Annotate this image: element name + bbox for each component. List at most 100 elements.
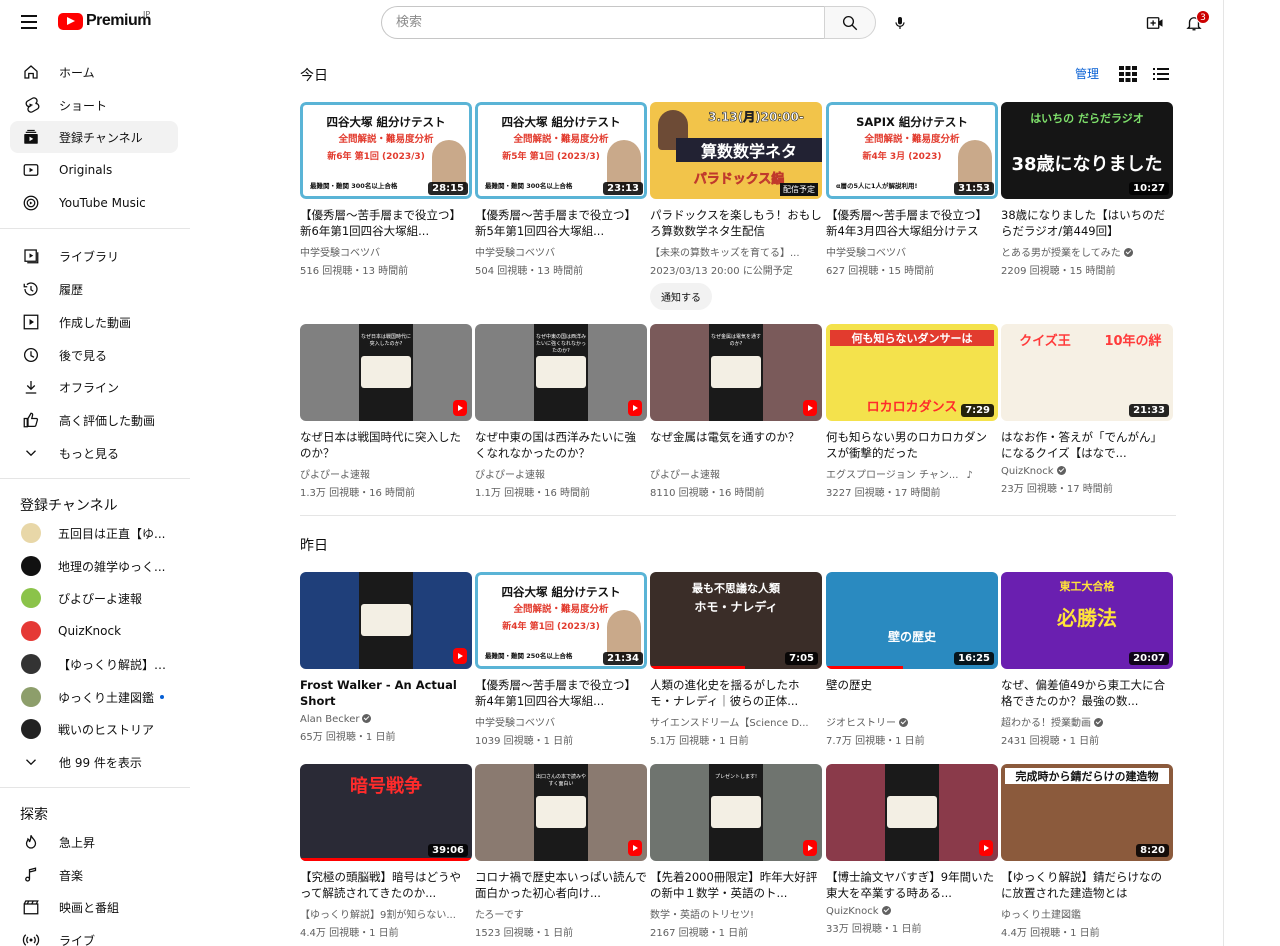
- sidebar-channel[interactable]: 地理の雑学ゆっく...: [10, 550, 178, 582]
- channel-name[interactable]: ジオヒストリー: [826, 718, 896, 729]
- channel-name[interactable]: サイエンスドリーム【Science D...: [650, 718, 809, 729]
- video-title[interactable]: 【ゆっくり解説】錆だらけなのに放置された建造物とは: [1001, 869, 1173, 901]
- video-thumbnail[interactable]: 3.13(月)20:00- 算数数学ネタ パラドックス編 配信予定: [650, 102, 822, 199]
- hamburger-menu-icon[interactable]: [21, 15, 37, 29]
- grid-view-icon[interactable]: [1119, 66, 1137, 82]
- channel-name[interactable]: 中学受験コベツバ: [826, 248, 906, 259]
- video-thumbnail[interactable]: プレゼントします!: [650, 764, 822, 861]
- show-more-subscriptions[interactable]: 他 99 件を表示: [10, 746, 178, 778]
- sidebar-item-liked[interactable]: 高く評価した動画: [10, 404, 178, 436]
- manage-link[interactable]: 管理: [1075, 65, 1099, 82]
- video-thumbnail[interactable]: SAPIX 組分けテスト 全問解説・難易度分析 新4年 3月 (2023) α層の5人…: [826, 102, 998, 199]
- sidebar-item-library[interactable]: ライブラリ: [10, 240, 178, 272]
- channel-name[interactable]: QuizKnock: [826, 906, 879, 917]
- channel-name[interactable]: 中学受験コベツバ: [475, 248, 555, 259]
- video-title[interactable]: 【博士論文ヤバすぎ】9年間いた東大を卒業する時ある...: [826, 869, 998, 901]
- video-title[interactable]: はなお作・答えが「でんがん」になるクイズ【はなで...: [1001, 429, 1173, 461]
- sidebar-item-history[interactable]: 履歴: [10, 273, 178, 305]
- video-title[interactable]: なぜ日本は戦国時代に突入したのか？: [300, 429, 472, 461]
- short-card: [711, 356, 761, 388]
- sidebar-item-trending[interactable]: 急上昇: [10, 826, 178, 858]
- video-title[interactable]: 壁の歴史: [826, 677, 998, 709]
- channel-name[interactable]: ぴよぴーよ速報: [475, 470, 545, 481]
- sidebar-channel[interactable]: 【ゆっくり解説】9...: [10, 648, 178, 680]
- channel-name[interactable]: QuizKnock: [1001, 466, 1054, 477]
- video-thumbnail[interactable]: 完成時から錆だらけの建造物 8:20: [1001, 764, 1173, 861]
- video-title[interactable]: 【優秀層〜苦手層まで役立つ】新5年第1回四谷大塚組...: [475, 207, 647, 239]
- sidebar-item-movies[interactable]: 映画と番組: [10, 891, 178, 923]
- search-button[interactable]: [824, 6, 876, 39]
- video-title[interactable]: 【優秀層〜苦手層まで役立つ】新6年第1回四谷大塚組...: [300, 207, 472, 239]
- home-icon: [24, 65, 38, 79]
- video-title[interactable]: なぜ、偏差値49から東工大に合格できたのか？最強の数...: [1001, 677, 1173, 709]
- video-title[interactable]: なぜ金属は電気を通すのか？: [650, 429, 822, 461]
- channel-name[interactable]: 【ゆっくり解説】9割が知らない...: [300, 910, 456, 921]
- video-thumbnail[interactable]: [300, 572, 472, 669]
- video-title[interactable]: 【優秀層〜苦手層まで役立つ】新4年第1回四谷大塚組...: [475, 677, 647, 709]
- sidebar-item-music[interactable]: 音楽: [10, 859, 178, 891]
- notify-button[interactable]: 通知する: [650, 283, 712, 310]
- channel-name[interactable]: ぴよぴーよ速報: [650, 470, 720, 481]
- channel-name[interactable]: ゆっくり土建図鑑: [1001, 910, 1081, 921]
- watch-progress-bar: [826, 666, 904, 669]
- video-thumbnail[interactable]: 四谷大塚 組分けテスト 全問解説・難易度分析 新5年 第1回 (2023/3) 最難関…: [475, 102, 647, 199]
- channel-name[interactable]: 数学・英語のトリセツ!: [650, 910, 754, 921]
- video-thumbnail[interactable]: 暗号戦争 39:06: [300, 764, 472, 861]
- video-title[interactable]: なぜ中東の国は西洋みたいに強くなれなかったのか？: [475, 429, 647, 461]
- voice-search-button[interactable]: [886, 9, 914, 37]
- sidebar-item-originals[interactable]: Originals: [10, 154, 178, 186]
- video-thumbnail[interactable]: 四谷大塚 組分けテスト 全問解説・難易度分析 新6年 第1回 (2023/3) 最難関…: [300, 102, 472, 199]
- channel-name[interactable]: 中学受験コベツバ: [300, 248, 380, 259]
- video-thumbnail[interactable]: 最も不思議な人類 ホモ・ナレディ 7:05: [650, 572, 822, 669]
- sidebar-item-chevron-down[interactable]: もっと見る: [10, 437, 178, 469]
- sidebar-channel[interactable]: QuizKnock: [10, 615, 178, 647]
- sidebar-item-live[interactable]: ライブ: [10, 924, 178, 946]
- youtube-premium-logo[interactable]: Premium JP: [58, 10, 151, 30]
- shorts-icon: [979, 840, 993, 856]
- channel-name[interactable]: 中学受験コベツバ: [475, 718, 555, 729]
- channel-name[interactable]: とある男が授業をしてみた: [1001, 248, 1121, 259]
- video-title[interactable]: 【先着2000冊限定】昨年大好評の新中１数学・英語のト...: [650, 869, 822, 901]
- channel-name[interactable]: 【未来の算数キッズを育てる】...: [650, 248, 800, 259]
- sidebar-channel[interactable]: ぴよぴーよ速報: [10, 582, 178, 614]
- sidebar-item-home[interactable]: ホーム: [10, 56, 178, 88]
- video-title[interactable]: パラドックスを楽しもう！おもしろ算数数学ネタ生配信: [650, 207, 822, 239]
- video-title[interactable]: 【究極の頭脳戦】暗号はどうやって解読されてきたのか...: [300, 869, 472, 901]
- video-thumbnail[interactable]: 出口さんの本で読みやすく面白い: [475, 764, 647, 861]
- video-thumbnail[interactable]: [826, 764, 998, 861]
- channel-name[interactable]: Alan Becker: [300, 714, 359, 725]
- search-input[interactable]: [381, 6, 824, 39]
- video-thumbnail[interactable]: なぜ中東の国は西洋みたいに強くなれなかったのか?: [475, 324, 647, 421]
- channel-name[interactable]: たろーです: [475, 910, 524, 921]
- sidebar-channel[interactable]: 戦いのヒストリア: [10, 713, 178, 745]
- channel-name[interactable]: エグスプロージョン チャン...: [826, 470, 958, 481]
- video-thumbnail[interactable]: 壁の歴史 16:25: [826, 572, 998, 669]
- video-thumbnail[interactable]: なぜ日本は戦国時代に突入したのか?: [300, 324, 472, 421]
- sidebar-channel[interactable]: ゆっくり土建図鑑: [10, 681, 178, 713]
- video-thumbnail[interactable]: なぜ金属は電気を通すのか?: [650, 324, 822, 421]
- video-title[interactable]: 【優秀層〜苦手層まで役立つ】新4年3月四谷大塚組分けテスト...: [826, 207, 998, 239]
- video-title[interactable]: Frost Walker - An Actual Short: [300, 677, 472, 709]
- video-title[interactable]: コロナ禍で歴史本いっぱい読んで面白かった初心者向け...: [475, 869, 647, 901]
- video-thumbnail[interactable]: はいちの だらだラジオ 38歳になりました 10:27: [1001, 102, 1173, 199]
- video-title[interactable]: 人類の進化史を揺るがしたホモ・ナレディ｜彼らの正体...: [650, 677, 822, 709]
- sidebar-item-subscriptions[interactable]: 登録チャンネル: [10, 121, 178, 153]
- sidebar-item-youtube-music[interactable]: YouTube Music: [10, 187, 178, 219]
- video-thumbnail[interactable]: 東工大合格 必勝法 20:07: [1001, 572, 1173, 669]
- sidebar-item-download[interactable]: オフライン: [10, 371, 178, 403]
- video-meta: 23万 回視聴・17 時間前: [1001, 484, 1113, 495]
- video-duration: 20:07: [1129, 652, 1169, 665]
- video-thumbnail[interactable]: 何も知らないダンサーは ロカロカダンス 7:29: [826, 324, 998, 421]
- video-title[interactable]: 何も知らない男のロカロカダンスが衝撃的だった: [826, 429, 998, 461]
- video-title[interactable]: 38歳になりました【はいちのだらだラジオ/第449回】: [1001, 207, 1173, 239]
- video-thumbnail[interactable]: クイズ王 10年の絆 21:33: [1001, 324, 1173, 421]
- create-button[interactable]: [1143, 11, 1167, 35]
- video-thumbnail[interactable]: 四谷大塚 組分けテスト 全問解説・難易度分析 新4年 第1回 (2023/3) 最難関…: [475, 572, 647, 669]
- channel-name[interactable]: ぴよぴーよ速報: [300, 470, 370, 481]
- list-view-icon[interactable]: [1153, 66, 1169, 82]
- sidebar-item-watch-later[interactable]: 後で見る: [10, 339, 178, 371]
- sidebar-item-shorts[interactable]: ショート: [10, 89, 178, 121]
- sidebar-channel[interactable]: 五回目は正直【ゆ...: [10, 517, 178, 549]
- sidebar-item-your-videos[interactable]: 作成した動画: [10, 306, 178, 338]
- channel-name[interactable]: 超わかる！授業動画: [1001, 718, 1091, 729]
